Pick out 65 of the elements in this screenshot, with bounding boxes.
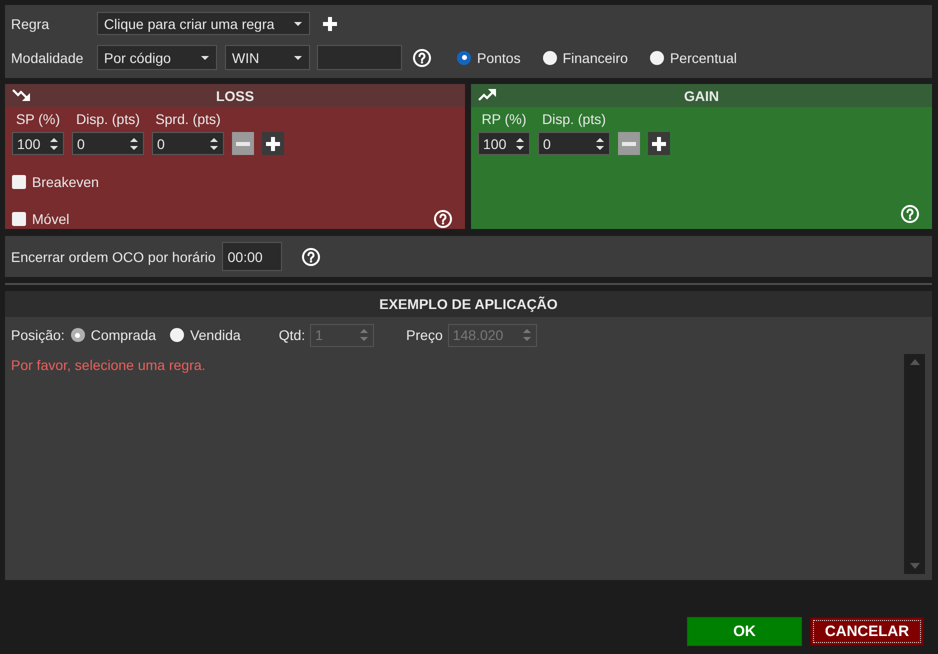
cancel-button[interactable]: CANCELAR xyxy=(810,617,924,646)
spin-arrows-icon xyxy=(522,328,531,342)
radio-button[interactable] xyxy=(542,50,557,64)
checkbox[interactable] xyxy=(12,212,26,226)
radio-button[interactable] xyxy=(70,328,85,342)
dropdown-caret-icon xyxy=(294,22,302,26)
radio-label: Percentual xyxy=(670,50,737,66)
add-button[interactable] xyxy=(648,132,670,155)
rule-dropdown[interactable]: Clique para criar uma regra xyxy=(97,12,310,35)
minus-icon xyxy=(622,142,636,146)
number-spinner[interactable]: 0 xyxy=(538,132,610,155)
radio-label: Comprada xyxy=(90,327,156,343)
spin-arrows-icon xyxy=(596,136,604,150)
input-field[interactable] xyxy=(317,45,402,70)
radio-button[interactable] xyxy=(650,50,664,64)
number-spinner[interactable]: 0 xyxy=(72,132,144,155)
field-label: Regra xyxy=(11,16,50,32)
field-label: Qtd: xyxy=(278,327,306,343)
panel-title: LOSS xyxy=(216,88,254,104)
spin-arrows-icon xyxy=(210,136,218,150)
field-label: SP (%) xyxy=(16,111,60,127)
spin-arrows-icon xyxy=(50,136,58,150)
help-icon[interactable] xyxy=(302,248,320,266)
asset-dropdown[interactable]: WIN xyxy=(225,45,310,70)
panel-title: GAIN xyxy=(684,88,719,104)
field-label: Posição: xyxy=(11,327,65,343)
radio-label: Financeiro xyxy=(562,50,628,66)
field-label: Disp. (pts) xyxy=(542,111,606,127)
error-message: Por favor, selecione uma regra. xyxy=(11,357,206,373)
radio-button[interactable] xyxy=(170,328,184,342)
ok-button[interactable]: OK xyxy=(687,617,802,646)
field-label: Disp. (pts) xyxy=(76,111,140,127)
number-spinner[interactable]: 100 xyxy=(12,132,64,155)
field-label: RP (%) xyxy=(482,111,526,127)
dropdown-caret-icon xyxy=(201,56,209,60)
field-label: Encerrar ordem OCO por horário xyxy=(11,248,216,264)
radio-label: Vendida xyxy=(190,327,241,343)
trend-down-icon xyxy=(12,88,32,102)
add-button[interactable] xyxy=(262,132,284,155)
checkbox-label: Breakeven xyxy=(32,174,99,190)
help-icon[interactable] xyxy=(413,48,431,66)
plus-icon xyxy=(323,16,337,30)
help-icon[interactable] xyxy=(434,210,452,228)
plus-icon xyxy=(266,136,280,150)
field-label: Sprd. (pts) xyxy=(155,111,221,127)
spin-arrows-icon xyxy=(516,136,524,150)
time-input[interactable]: 00:00 xyxy=(222,242,282,271)
number-spinner[interactable]: 100 xyxy=(478,132,530,155)
dropdown-caret-icon xyxy=(294,56,302,60)
panel-title: EXEMPLO DE APLICAÇÃO xyxy=(379,296,558,312)
spin-arrows-icon xyxy=(130,136,138,150)
plus-icon xyxy=(652,136,666,150)
checkbox[interactable] xyxy=(12,175,26,189)
field-label: Modalidade xyxy=(11,50,84,66)
radio-label: Pontos xyxy=(477,50,521,66)
mode-dropdown[interactable]: Por código xyxy=(97,45,217,70)
help-icon[interactable] xyxy=(901,205,919,223)
checkbox-label: Móvel xyxy=(32,211,70,227)
add-rule-button[interactable] xyxy=(323,16,337,30)
trend-up-icon xyxy=(478,88,498,102)
radio-button[interactable] xyxy=(457,50,471,64)
minus-icon xyxy=(236,142,250,146)
field-label: Preço xyxy=(406,327,443,343)
number-spinner[interactable]: 0 xyxy=(152,132,224,155)
spin-arrows-icon xyxy=(360,328,368,342)
